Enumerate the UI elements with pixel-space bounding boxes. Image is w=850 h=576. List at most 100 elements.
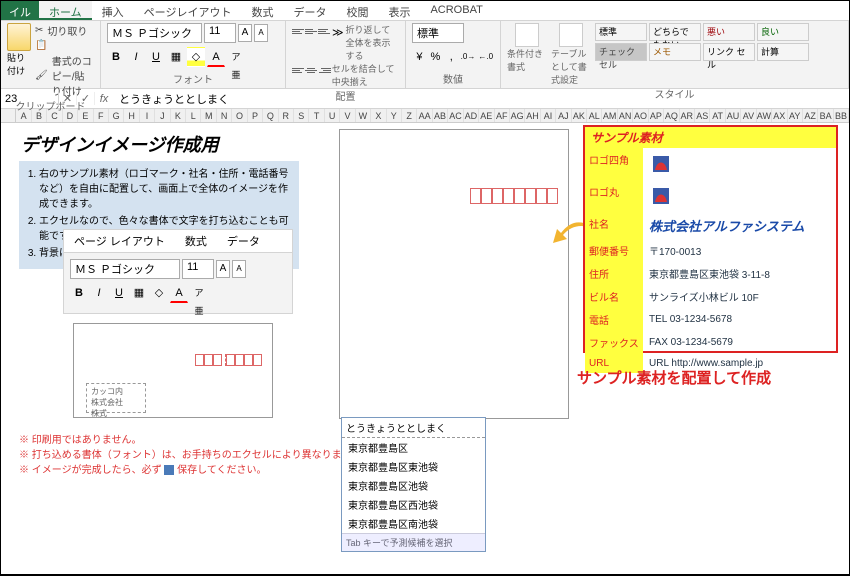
style-chip[interactable]: メモ <box>649 43 701 61</box>
tab-review[interactable]: 校閲 <box>336 1 378 20</box>
ime-candidate[interactable]: 東京都豊島区西池袋 <box>342 495 485 514</box>
border-button[interactable]: ▦ <box>167 47 185 67</box>
ime-candidate[interactable]: 東京都豊島区 <box>342 438 485 457</box>
column-header[interactable]: C <box>47 109 62 122</box>
column-header[interactable]: AV <box>741 109 756 122</box>
formula-input[interactable]: とうきょうととしまく <box>113 90 849 108</box>
column-header[interactable]: AU <box>726 109 741 122</box>
style-chip[interactable]: 標準 <box>595 23 647 41</box>
column-header[interactable]: AE <box>479 109 494 122</box>
column-header[interactable]: AJ <box>556 109 571 122</box>
style-chip[interactable]: チェック セル <box>595 43 647 61</box>
ime-candidate[interactable]: 東京都豊島区池袋 <box>342 476 485 495</box>
column-header[interactable]: O <box>232 109 247 122</box>
underline-button[interactable]: U <box>147 47 165 67</box>
align-top-icon[interactable] <box>292 23 304 39</box>
column-header[interactable]: AW <box>757 109 772 122</box>
column-header[interactable]: S <box>294 109 309 122</box>
column-header[interactable]: AK <box>572 109 587 122</box>
decrease-font-icon[interactable]: A <box>254 24 268 42</box>
column-header[interactable]: L <box>186 109 201 122</box>
phonetic-button[interactable]: ア亜 <box>227 47 245 67</box>
percent-icon[interactable]: % <box>428 47 443 67</box>
tab-data[interactable]: データ <box>283 1 336 20</box>
column-header[interactable]: U <box>325 109 340 122</box>
column-header[interactable]: Y <box>387 109 402 122</box>
conditional-format-button[interactable]: 条件付き書式 <box>507 23 547 73</box>
column-header[interactable]: M <box>201 109 216 122</box>
column-header[interactable]: E <box>78 109 93 122</box>
tab-view[interactable]: 表示 <box>378 1 420 20</box>
number-format-combo[interactable]: 標準 <box>412 23 464 43</box>
enter-icon[interactable]: ✓ <box>77 92 95 105</box>
ime-candidate[interactable]: 東京都豊島区東池袋 <box>342 457 485 476</box>
italic-button[interactable]: I <box>127 47 145 67</box>
tab-formulas[interactable]: 数式 <box>241 1 283 20</box>
fill-color-button[interactable]: ◇ <box>187 47 205 67</box>
style-chip[interactable]: 悪い <box>703 23 755 41</box>
align-center-icon[interactable] <box>305 62 317 78</box>
column-header[interactable]: D <box>63 109 78 122</box>
column-header[interactable]: G <box>109 109 124 122</box>
column-header[interactable]: Q <box>263 109 278 122</box>
style-chip[interactable]: 計算 <box>757 43 809 61</box>
column-header[interactable]: A <box>16 109 31 122</box>
tab-home[interactable]: ホーム <box>39 1 92 20</box>
tab-insert[interactable]: 挿入 <box>92 1 134 20</box>
wrap-text-button[interactable]: 折り返して全体を表示する <box>346 23 399 62</box>
column-header[interactable]: J <box>155 109 170 122</box>
column-header[interactable]: AX <box>772 109 787 122</box>
copy-button[interactable]: 📋 <box>35 40 94 51</box>
column-header[interactable]: X <box>371 109 386 122</box>
fx-icon[interactable]: fx <box>95 93 113 105</box>
style-chip[interactable]: 良い <box>757 23 809 41</box>
font-color-button[interactable]: A <box>207 47 225 67</box>
column-header[interactable]: V <box>340 109 355 122</box>
dec-decimal-icon[interactable]: ←.0 <box>477 47 494 67</box>
column-header[interactable]: AT <box>710 109 725 122</box>
column-header[interactable]: R <box>279 109 294 122</box>
column-header[interactable]: AM <box>602 109 617 122</box>
column-header[interactable]: AP <box>649 109 664 122</box>
column-header[interactable]: BB <box>834 109 849 122</box>
column-header[interactable]: AY <box>788 109 803 122</box>
column-header[interactable]: BA <box>818 109 833 122</box>
increase-font-icon[interactable]: A <box>238 24 252 42</box>
column-header[interactable]: AH <box>525 109 540 122</box>
column-header[interactable]: AI <box>541 109 556 122</box>
column-header[interactable]: K <box>171 109 186 122</box>
column-header[interactable]: AF <box>495 109 510 122</box>
ime-candidate-popup[interactable]: とうきょうととしまく 東京都豊島区 東京都豊島区東池袋 東京都豊島区池袋 東京都… <box>341 417 486 552</box>
column-header[interactable]: AR <box>680 109 695 122</box>
column-header[interactable]: AS <box>695 109 710 122</box>
orientation-icon[interactable]: ≫ <box>331 23 345 43</box>
align-right-icon[interactable] <box>319 62 331 78</box>
column-header[interactable]: I <box>140 109 155 122</box>
column-header[interactable]: AC <box>448 109 463 122</box>
name-box[interactable]: 23 <box>1 92 59 106</box>
cancel-icon[interactable]: ✕ <box>59 92 77 105</box>
align-left-icon[interactable] <box>292 62 304 78</box>
style-chip[interactable]: リンク セル <box>703 43 755 61</box>
cut-button[interactable]: ✂切り取り <box>35 23 94 38</box>
column-header[interactable]: AN <box>618 109 633 122</box>
column-header[interactable]: F <box>94 109 109 122</box>
column-header[interactable]: B <box>32 109 47 122</box>
font-name-combo[interactable]: ＭＳ Ｐゴシック <box>107 23 202 43</box>
inc-decimal-icon[interactable]: .0→ <box>460 47 477 67</box>
file-tab[interactable]: イル <box>1 1 39 20</box>
currency-icon[interactable]: ¥ <box>412 47 427 67</box>
column-header[interactable]: AQ <box>664 109 679 122</box>
column-header[interactable]: AA <box>417 109 432 122</box>
column-header[interactable]: AZ <box>803 109 818 122</box>
column-header[interactable]: H <box>124 109 139 122</box>
column-header[interactable]: Z <box>402 109 417 122</box>
align-middle-icon[interactable] <box>305 23 317 39</box>
column-header[interactable]: N <box>217 109 232 122</box>
column-header[interactable]: AL <box>587 109 602 122</box>
format-table-button[interactable]: テーブルとして書式設定 <box>551 23 591 86</box>
column-header[interactable]: AG <box>510 109 525 122</box>
column-header[interactable]: W <box>356 109 371 122</box>
column-header[interactable]: P <box>248 109 263 122</box>
style-chip[interactable]: どちらでもない <box>649 23 701 41</box>
